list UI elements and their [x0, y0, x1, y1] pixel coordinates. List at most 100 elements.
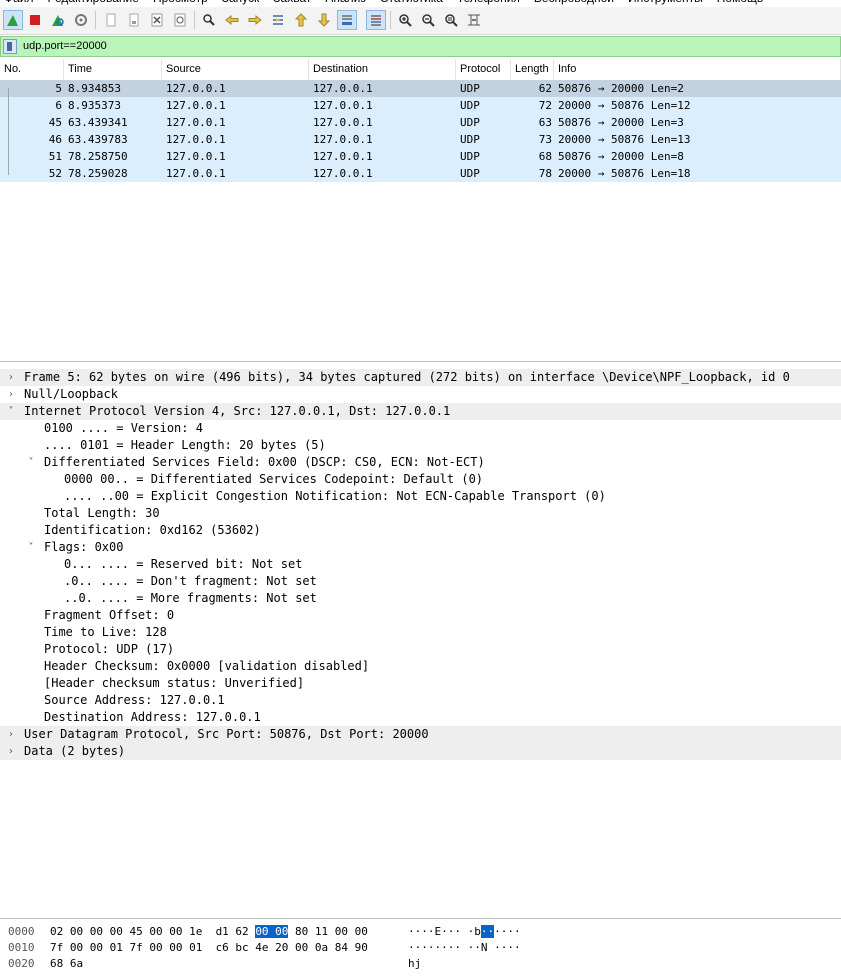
detail-tree-item[interactable]: Fragment Offset: 0 [0, 607, 841, 624]
menu-item[interactable]: Захват [273, 0, 311, 5]
packet-row[interactable]: 46 63.439783 127.0.0.1 127.0.0.1 UDP 73 20000 … [0, 131, 841, 148]
detail-tree-item[interactable]: 0... .... = Reserved bit: Not set [0, 556, 841, 573]
autoscroll-icon[interactable] [337, 10, 357, 30]
column-header-info[interactable]: Info [554, 59, 841, 80]
detail-tree-item[interactable]: ˅ Flags: 0x00 [0, 539, 841, 556]
detail-tree-item[interactable]: ˅ Differentiated Services Field: 0x00 (DS… [0, 454, 841, 471]
detail-tree-item[interactable]: › User Datagram Protocol, Src Port: 50876… [0, 726, 841, 743]
packet-list[interactable]: No. Time Source Destination Protocol Len… [0, 59, 841, 362]
packet-row[interactable]: 52 78.259028 127.0.0.1 127.0.0.1 UDP 78 20000 … [0, 165, 841, 182]
stop-capture-icon[interactable] [25, 10, 45, 30]
menu-item[interactable]: Файл [4, 0, 34, 5]
shark-fin-start-icon[interactable] [3, 10, 23, 30]
packet-row[interactable]: 6 8.935373 127.0.0.1 127.0.0.1 UDP 72 20000 → … [0, 97, 841, 114]
column-header-time[interactable]: Time [64, 59, 162, 80]
expand-arrow-icon[interactable]: › [6, 369, 16, 386]
packet-cell-src: 127.0.0.1 [166, 150, 226, 163]
reload-file-icon[interactable] [170, 10, 190, 30]
ascii-bytes[interactable]: ····E··· ·b······ [408, 924, 521, 940]
go-to-packet-icon[interactable] [268, 10, 288, 30]
menu-item[interactable]: Беспроводной [534, 0, 614, 5]
menu-bar: Файл Редактирование Просмотр Запуск Захват Ан… [0, 0, 841, 7]
hex-bytes[interactable]: 7f 00 00 01 7f 00 00 01 c6 bc 4e 20 00 0… [50, 940, 368, 956]
detail-tree-item[interactable]: ..0. .... = More fragments: Not set [0, 590, 841, 607]
detail-tree-item[interactable]: Source Address: 127.0.0.1 [0, 692, 841, 709]
packet-cell-info: 20000 → 50876 Len=18 [558, 167, 691, 180]
open-file-icon[interactable] [101, 10, 121, 30]
go-last-icon[interactable] [314, 10, 334, 30]
expand-arrow-icon[interactable]: › [6, 386, 16, 403]
column-header-length[interactable]: Length [511, 59, 554, 80]
zoom-normal-icon[interactable] [441, 10, 461, 30]
menu-item[interactable]: Редактирование [48, 0, 139, 5]
packet-cell-dst: 127.0.0.1 [313, 99, 373, 112]
hex-dump-line[interactable]: 0000 02 00 00 00 45 00 00 1e d1 62 00 00 … [0, 924, 600, 940]
detail-tree-item[interactable]: › Frame 5: 62 bytes on wire (496 bits), 3… [0, 369, 841, 386]
detail-tree-item[interactable]: Identification: 0xd162 (53602) [0, 522, 841, 539]
detail-tree-item[interactable]: ˅ Internet Protocol Version 4, Src: 127.0… [0, 403, 841, 420]
column-header-destination[interactable]: Destination [309, 59, 456, 80]
resize-columns-icon[interactable] [464, 10, 484, 30]
restart-capture-icon[interactable] [48, 10, 68, 30]
ascii-bytes-segment: ····E··· ·b [408, 925, 481, 938]
detail-tree-item[interactable]: .... ..00 = Explicit Congestion Notifica… [0, 488, 841, 505]
detail-tree-item[interactable]: .0.. .... = Don't fragment: Not set [0, 573, 841, 590]
capture-options-icon[interactable] [71, 10, 91, 30]
zoom-out-icon[interactable] [418, 10, 438, 30]
packet-row[interactable]: 5 8.934853 127.0.0.1 127.0.0.1 UDP 62 50876 → … [0, 80, 841, 97]
menu-item[interactable]: Просмотр [153, 0, 208, 5]
expand-arrow-icon[interactable]: › [6, 726, 16, 743]
collapse-arrow-icon[interactable]: ˅ [26, 539, 36, 556]
detail-tree-text: Null/Loopback [24, 387, 118, 401]
hex-dump-line[interactable]: 0010 7f 00 00 01 7f 00 00 01 c6 bc 4e 20 … [0, 940, 600, 956]
ascii-bytes[interactable]: ········ ··N ···· [408, 940, 521, 956]
packet-row[interactable]: 45 63.439341 127.0.0.1 127.0.0.1 UDP 63 50876 … [0, 114, 841, 131]
detail-tree-item[interactable]: 0100 .... = Version: 4 [0, 420, 841, 437]
display-filter-bar[interactable]: udp.port==20000 [0, 36, 841, 57]
detail-tree-item[interactable]: Protocol: UDP (17) [0, 641, 841, 658]
menu-item[interactable]: Анализ [325, 0, 366, 5]
packet-cell-src: 127.0.0.1 [166, 99, 226, 112]
detail-tree-item[interactable]: 0000 00.. = Differentiated Services Code… [0, 471, 841, 488]
hex-bytes[interactable]: 68 6a [50, 956, 83, 972]
go-first-icon[interactable] [291, 10, 311, 30]
detail-tree-item[interactable]: Header Checksum: 0x0000 [validation disa… [0, 658, 841, 675]
hex-bytes[interactable]: 02 00 00 00 45 00 00 1e d1 62 00 00 80 1… [50, 924, 368, 940]
go-back-icon[interactable] [222, 10, 242, 30]
expand-arrow-icon[interactable]: › [6, 743, 16, 760]
column-header-no[interactable]: No. [0, 59, 64, 80]
packet-cell-time: 78.259028 [68, 167, 128, 180]
go-forward-icon[interactable] [245, 10, 265, 30]
bookmark-icon[interactable] [3, 39, 17, 54]
detail-tree-item[interactable]: › Data (2 bytes) [0, 743, 841, 760]
menu-item[interactable]: Инструменты [628, 0, 703, 5]
packet-details-pane[interactable]: › Frame 5: 62 bytes on wire (496 bits), 3… [0, 365, 841, 919]
ascii-bytes[interactable]: hj [408, 956, 421, 972]
menu-item[interactable]: Статистика [380, 0, 443, 5]
hex-dump-line[interactable]: 0020 68 6a hj [0, 956, 600, 972]
zoom-in-icon[interactable] [395, 10, 415, 30]
ascii-bytes-segment: ········ ··N ···· [408, 941, 521, 954]
hex-bytes-segment: 68 6a [50, 957, 84, 970]
column-header-protocol[interactable]: Protocol [456, 59, 511, 80]
detail-tree-item[interactable]: .... 0101 = Header Length: 20 bytes (5) [0, 437, 841, 454]
colorize-icon[interactable] [366, 10, 386, 30]
detail-tree-text: Destination Address: 127.0.0.1 [44, 710, 261, 724]
collapse-arrow-icon[interactable]: ˅ [6, 403, 16, 420]
column-header-source[interactable]: Source [162, 59, 309, 80]
menu-item[interactable]: Помощь [717, 0, 763, 5]
find-packet-icon[interactable] [199, 10, 219, 30]
menu-item[interactable]: Запуск [222, 0, 260, 5]
detail-tree-item[interactable]: › Null/Loopback [0, 386, 841, 403]
detail-tree-item[interactable]: [Header checksum status: Unverified] [0, 675, 841, 692]
save-file-icon[interactable] [124, 10, 144, 30]
display-filter-input[interactable]: udp.port==20000 [23, 40, 107, 52]
detail-tree-item[interactable]: Destination Address: 127.0.0.1 [0, 709, 841, 726]
close-file-icon[interactable] [147, 10, 167, 30]
detail-tree-item[interactable]: Time to Live: 128 [0, 624, 841, 641]
collapse-arrow-icon[interactable]: ˅ [26, 454, 36, 471]
menu-item[interactable]: Телефония [457, 0, 520, 5]
packet-row[interactable]: 51 78.258750 127.0.0.1 127.0.0.1 UDP 68 50876 … [0, 148, 841, 165]
detail-tree-item[interactable]: Total Length: 30 [0, 505, 841, 522]
packet-bytes-pane[interactable]: 0000 02 00 00 00 45 00 00 1e d1 62 00 00 … [0, 923, 841, 980]
